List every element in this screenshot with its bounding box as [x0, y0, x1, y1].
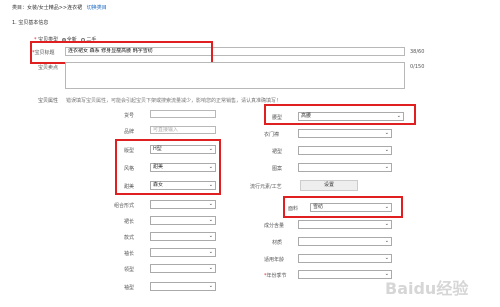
section-title: 1. 宝贝基本信息 — [12, 20, 49, 26]
attributes-label: 宝贝属性 — [38, 98, 59, 104]
chevron-down-icon: ⌄ — [208, 217, 213, 223]
yimen-select[interactable]: ⌄ — [298, 129, 392, 138]
chevron-down-icon: ⌄ — [384, 238, 389, 244]
attributes-hint: 错误填写宝贝属性，可能会引起宝贝下架或搜索流量减少，影响您的正常销售，请认真准确… — [66, 98, 282, 104]
chevron-down-icon: ⌄ — [384, 221, 389, 227]
chevron-down-icon: ⌄ — [208, 283, 213, 289]
qunxing-label: 裙型 — [272, 149, 283, 155]
chevron-down-icon: ⌄ — [384, 130, 389, 136]
nianling-select[interactable]: ⌄ — [298, 254, 392, 263]
niandu-label: *年份季节 — [264, 273, 287, 279]
lingxing-select[interactable]: ⌄ — [150, 264, 216, 273]
tuan-label: 图案 — [272, 166, 283, 172]
selling-point-counter: 0/150 — [410, 64, 425, 70]
watermark: Baidu经验 — [385, 279, 469, 298]
switch-category-link[interactable]: 切换类目 — [87, 5, 107, 11]
chevron-down-icon: ⌄ — [208, 233, 213, 239]
xiuxing-label: 袖型 — [124, 285, 135, 291]
chevron-down-icon: ⌄ — [384, 255, 389, 261]
breadcrumb-prefix: 类目： — [12, 5, 28, 11]
chevron-down-icon: ⌄ — [208, 249, 213, 255]
zhuhe-label: 组合形式 — [114, 203, 135, 209]
breadcrumb: 类目：女装/女士精品>>连衣裙 切换类目 — [12, 4, 107, 11]
qunchang-label: 裙长 — [124, 219, 135, 225]
xiuchang-label: 袖长 — [124, 251, 135, 257]
xiuxing-select[interactable]: ⌄ — [150, 282, 216, 291]
chengfen-select[interactable]: ⌄ — [298, 220, 392, 229]
tuan-select[interactable]: ⌄ — [298, 163, 392, 172]
chevron-down-icon: ⌄ — [208, 265, 213, 271]
breadcrumb-path: 女装/女士精品>>连衣裙 — [27, 5, 83, 11]
chengfen-label: 成分含量 — [264, 223, 285, 229]
highlight-fabric — [283, 196, 403, 218]
huohao-label: 货号 — [124, 113, 135, 119]
huohao-input[interactable] — [150, 110, 216, 118]
highlight-style — [115, 139, 221, 195]
qunchang-select[interactable]: ⌄ — [150, 216, 216, 225]
selling-point-label: 宝贝卖点 — [38, 65, 59, 71]
caizhi-select[interactable]: ⌄ — [298, 237, 392, 246]
lingxing-label: 领型 — [124, 267, 135, 273]
caizhi-label: 材质 — [272, 240, 283, 246]
liuxing-label: 流行元素/工艺 — [250, 184, 282, 190]
pinpai-input[interactable]: 可直接输入 — [150, 126, 216, 134]
title-counter: 38/60 — [410, 49, 425, 55]
liuxing-set-button[interactable]: 设置 — [300, 180, 358, 191]
nianling-label: 适用年龄 — [264, 257, 285, 263]
zhuhe-select[interactable]: ⌄ — [150, 200, 216, 209]
kuanshi-select[interactable]: ⌄ — [150, 232, 216, 241]
chevron-down-icon: ⌄ — [208, 201, 213, 207]
chevron-down-icon: ⌄ — [384, 164, 389, 170]
niandu-select[interactable]: ⌄ — [298, 270, 392, 279]
highlight-title — [30, 41, 213, 64]
highlight-waist — [264, 104, 416, 125]
qunxing-select[interactable]: ⌄ — [298, 146, 392, 155]
selling-point-textarea[interactable] — [65, 62, 405, 89]
kuanshi-label: 款式 — [124, 235, 135, 241]
chevron-down-icon: ⌄ — [384, 147, 389, 153]
xiuchang-select[interactable]: ⌄ — [150, 248, 216, 257]
pinpai-label: 品牌 — [124, 129, 135, 135]
yimen-label: 衣门襟 — [264, 132, 280, 138]
